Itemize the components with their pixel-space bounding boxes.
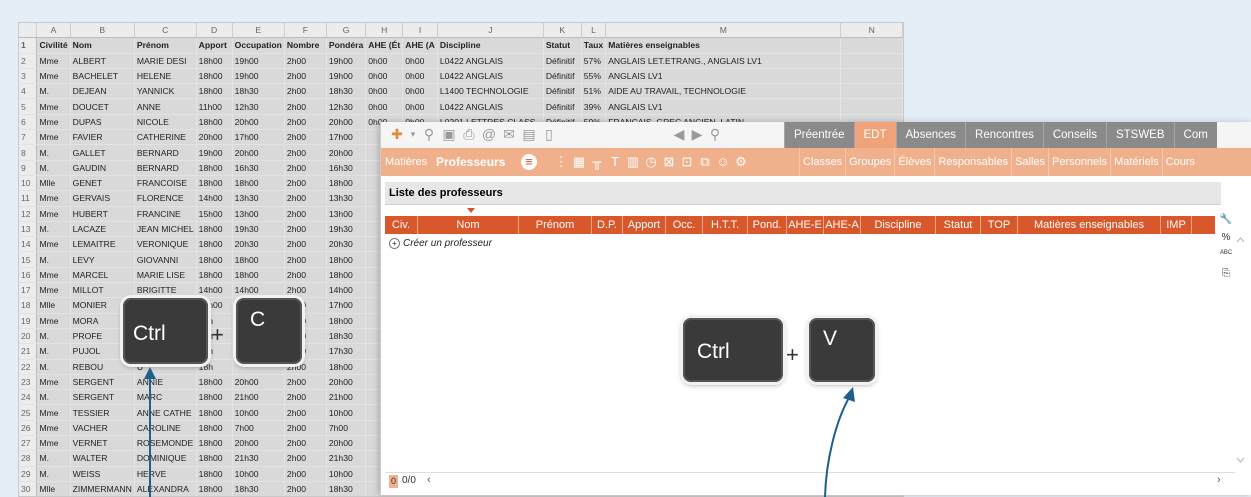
copy-arrow-head-icon <box>144 367 156 379</box>
arrows-overlay <box>144 367 855 497</box>
paste-arrow-head-icon <box>843 387 855 402</box>
paste-arrow <box>824 395 851 497</box>
